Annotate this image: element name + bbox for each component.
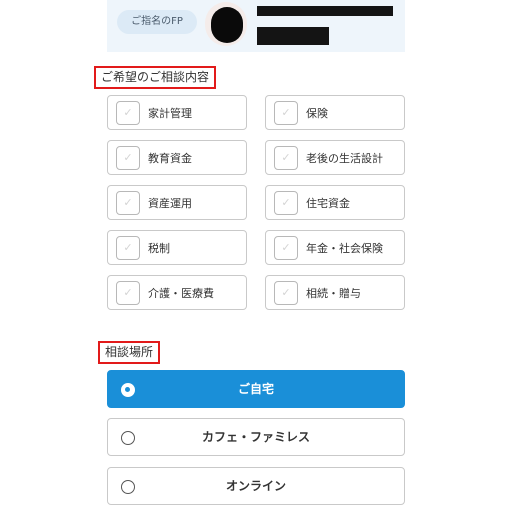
topic-option-label: 教育資金 — [148, 151, 192, 165]
checkbox-icon[interactable]: ✓ — [116, 190, 140, 215]
topic-option-label: 税制 — [148, 241, 170, 255]
topic-option-household-budget[interactable]: ✓ 家計管理 — [107, 95, 247, 130]
topic-option-label: 相続・贈与 — [306, 286, 361, 300]
avatar-icon — [211, 7, 243, 43]
fp-avatar — [205, 2, 247, 46]
designated-fp-card: ご指名のFP — [107, 0, 405, 52]
place-option-label: カフェ・ファミレス — [201, 430, 310, 444]
topic-option-tax[interactable]: ✓ 税制 — [107, 230, 247, 265]
topic-option-inheritance-gift[interactable]: ✓ 相続・贈与 — [265, 275, 405, 310]
checkbox-icon[interactable]: ✓ — [274, 235, 298, 260]
checkbox-icon[interactable]: ✓ — [116, 235, 140, 260]
consultation-topics-title: ご希望のご相談内容 — [94, 66, 217, 89]
topic-option-nursing-medical[interactable]: ✓ 介護・医療費 — [107, 275, 247, 310]
place-option-label: オンライン — [225, 479, 286, 493]
checkbox-icon[interactable]: ✓ — [274, 190, 298, 215]
topic-option-label: 老後の生活設計 — [306, 151, 383, 165]
topic-option-label: 保険 — [306, 106, 328, 120]
redacted-fp-detail — [257, 27, 329, 45]
topic-option-insurance[interactable]: ✓ 保険 — [265, 95, 405, 130]
topic-option-education-fund[interactable]: ✓ 教育資金 — [107, 140, 247, 175]
topic-option-label: 資産運用 — [148, 196, 192, 210]
place-option-home[interactable]: ご自宅 — [107, 370, 405, 408]
topic-option-label: 住宅資金 — [306, 196, 350, 210]
consultation-place-title: 相談場所 — [98, 341, 161, 364]
checkbox-icon[interactable]: ✓ — [116, 280, 140, 305]
topic-option-housing-fund[interactable]: ✓ 住宅資金 — [265, 185, 405, 220]
checkbox-icon[interactable]: ✓ — [274, 145, 298, 170]
place-option-cafe[interactable]: カフェ・ファミレス — [107, 418, 405, 456]
redacted-fp-name — [257, 6, 393, 16]
topic-option-label: 年金・社会保険 — [306, 241, 383, 255]
topic-option-label: 家計管理 — [148, 106, 192, 120]
place-option-online[interactable]: オンライン — [107, 467, 405, 505]
designated-fp-label: ご指名のFP — [117, 10, 197, 34]
checkbox-icon[interactable]: ✓ — [116, 145, 140, 170]
topic-option-label: 介護・医療費 — [148, 286, 214, 300]
topic-option-asset-management[interactable]: ✓ 資産運用 — [107, 185, 247, 220]
topic-option-pension-social-insurance[interactable]: ✓ 年金・社会保険 — [265, 230, 405, 265]
checkbox-icon[interactable]: ✓ — [116, 100, 140, 125]
checkbox-icon[interactable]: ✓ — [274, 280, 298, 305]
checkbox-icon[interactable]: ✓ — [274, 100, 298, 125]
topic-option-retirement-planning[interactable]: ✓ 老後の生活設計 — [265, 140, 405, 175]
place-option-label: ご自宅 — [237, 382, 274, 396]
